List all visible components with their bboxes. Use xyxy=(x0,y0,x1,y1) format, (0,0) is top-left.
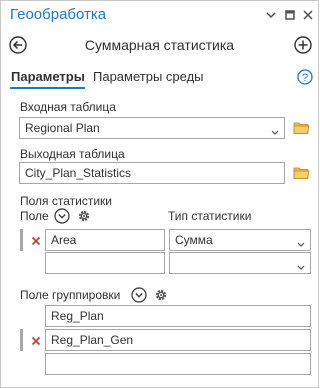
remove-x-icon[interactable] xyxy=(31,335,41,346)
folder-icon[interactable] xyxy=(293,121,310,135)
statistic-type-value: Сумма xyxy=(175,233,213,247)
tool-tabs: Параметры Параметры среды ? xyxy=(1,67,318,89)
chevron-down-icon[interactable] xyxy=(54,208,70,224)
folder-icon[interactable] xyxy=(293,166,310,180)
auto-hide-icon[interactable] xyxy=(283,8,297,22)
statistic-type-dropdown-empty[interactable] xyxy=(169,252,311,274)
input-table-value: Regional Plan xyxy=(25,121,100,135)
output-table-input[interactable]: City_Plan_Statistics xyxy=(19,162,285,184)
pane-titlebar: Геообработка xyxy=(1,1,318,31)
output-table-label: Выходная таблица xyxy=(20,147,125,161)
gear-icon[interactable] xyxy=(76,208,92,224)
case-field-value: Reg_Plan xyxy=(51,309,104,323)
tool-header: Суммарная статистика xyxy=(1,32,318,58)
case-field-input[interactable]: Reg_Plan_Gen xyxy=(45,329,311,351)
close-icon[interactable] xyxy=(301,8,315,22)
chevron-down-icon[interactable] xyxy=(271,125,279,135)
row-drag-handle[interactable] xyxy=(20,329,23,351)
case-field-value: Reg_Plan_Gen xyxy=(51,333,134,347)
case-field-label: Поле группировки xyxy=(20,288,121,302)
tool-title: Суммарная статистика xyxy=(84,37,235,53)
chevron-down-icon[interactable] xyxy=(264,8,278,22)
output-table-value: City_Plan_Statistics xyxy=(25,166,132,180)
statistics-fields-label: Поля статистики xyxy=(20,194,112,208)
statistic-type-column-label: Тип статистики xyxy=(168,209,252,223)
tab-environments[interactable]: Параметры среды xyxy=(93,69,204,84)
gear-icon[interactable] xyxy=(153,287,169,303)
active-tab-indicator xyxy=(10,87,85,89)
svg-text:?: ? xyxy=(302,72,308,84)
chevron-down-icon[interactable] xyxy=(297,260,305,270)
field-column-label: Поле xyxy=(20,209,49,223)
row-drag-handle[interactable] xyxy=(20,229,23,251)
geoprocessing-pane: Геообработка Суммарная статистика Параме… xyxy=(0,0,319,388)
remove-x-icon[interactable] xyxy=(31,235,41,246)
input-table-combobox[interactable]: Regional Plan xyxy=(19,117,285,139)
case-field-input-empty[interactable] xyxy=(45,353,311,375)
case-field-input[interactable]: Reg_Plan xyxy=(45,305,311,327)
statistic-field-value: Area xyxy=(51,233,77,247)
chevron-down-icon[interactable] xyxy=(131,287,147,303)
plus-icon[interactable] xyxy=(294,36,312,54)
chevron-down-icon[interactable] xyxy=(297,237,305,247)
input-table-label: Входная таблица xyxy=(20,100,116,114)
statistic-type-dropdown[interactable]: Сумма xyxy=(169,229,311,251)
help-icon[interactable]: ? xyxy=(297,69,313,85)
statistic-field-combobox-empty[interactable] xyxy=(45,252,165,274)
pane-title: Геообработка xyxy=(10,6,107,23)
statistic-field-combobox[interactable]: Area xyxy=(45,229,165,251)
tab-parameters[interactable]: Параметры xyxy=(11,69,85,84)
